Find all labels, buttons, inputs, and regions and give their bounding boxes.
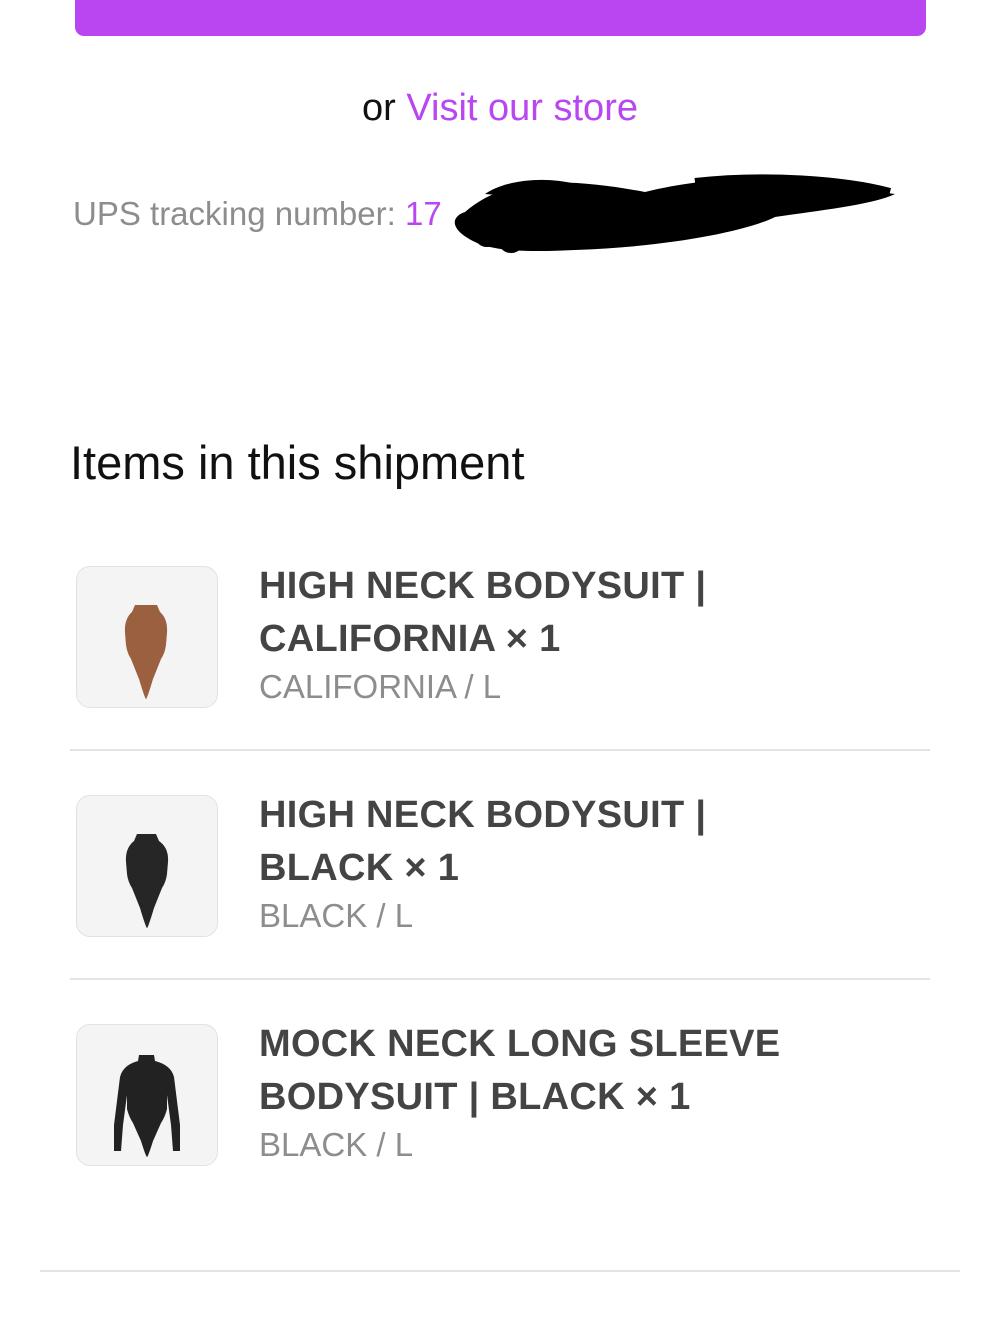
item-title-line: HIGH NECK BODYSUIT | bbox=[259, 565, 707, 607]
item-title-line: BLACK × 1 bbox=[259, 847, 460, 889]
item-title[interactable]: MOCK NECK LONG SLEEVE BODYSUIT | BLACK ×… bbox=[259, 1018, 899, 1124]
item-title-line: HIGH NECK BODYSUIT | bbox=[259, 794, 707, 836]
item-title[interactable]: HIGH NECK BODYSUIT | BLACK × 1 bbox=[259, 789, 899, 895]
tracking-number[interactable]: 17 bbox=[405, 195, 442, 232]
bodysuit-sleeveless-icon bbox=[125, 834, 169, 928]
visit-store-link[interactable]: Visit our store bbox=[406, 87, 638, 129]
item-divider bbox=[70, 749, 930, 751]
item-variant: BLACK / L bbox=[259, 897, 414, 934]
primary-action-button[interactable] bbox=[75, 0, 926, 36]
bodysuit-sleeveless-icon bbox=[124, 605, 168, 699]
shipment-item[interactable]: MOCK NECK LONG SLEEVE BODYSUIT | BLACK ×… bbox=[70, 1023, 930, 1184]
section-divider bbox=[40, 1270, 960, 1272]
tracking-line: UPS tracking number: 17 bbox=[73, 192, 442, 236]
product-thumbnail[interactable] bbox=[76, 1024, 218, 1166]
item-title-line: CALIFORNIA × 1 bbox=[259, 618, 561, 660]
item-title-line: BODYSUIT | BLACK × 1 bbox=[259, 1076, 691, 1118]
shipment-item[interactable]: HIGH NECK BODYSUIT | CALIFORNIA × 1 CALI… bbox=[70, 565, 930, 726]
items-section-title: Items in this shipment bbox=[70, 436, 525, 489]
store-link-line: or Visit our store bbox=[0, 82, 1000, 134]
or-text: or bbox=[362, 87, 396, 129]
item-divider bbox=[70, 978, 930, 980]
shipment-item[interactable]: HIGH NECK BODYSUIT | BLACK × 1 BLACK / L bbox=[70, 794, 930, 955]
product-thumbnail[interactable] bbox=[76, 795, 218, 937]
item-variant: BLACK / L bbox=[259, 1126, 414, 1163]
item-title[interactable]: HIGH NECK BODYSUIT | CALIFORNIA × 1 bbox=[259, 560, 899, 666]
bodysuit-long-sleeve-icon bbox=[114, 1055, 180, 1157]
product-thumbnail[interactable] bbox=[76, 566, 218, 708]
tracking-label: UPS tracking number: bbox=[73, 195, 396, 232]
item-variant: CALIFORNIA / L bbox=[259, 668, 502, 705]
item-title-line: MOCK NECK LONG SLEEVE bbox=[259, 1023, 781, 1065]
redaction-scribble bbox=[454, 174, 895, 253]
